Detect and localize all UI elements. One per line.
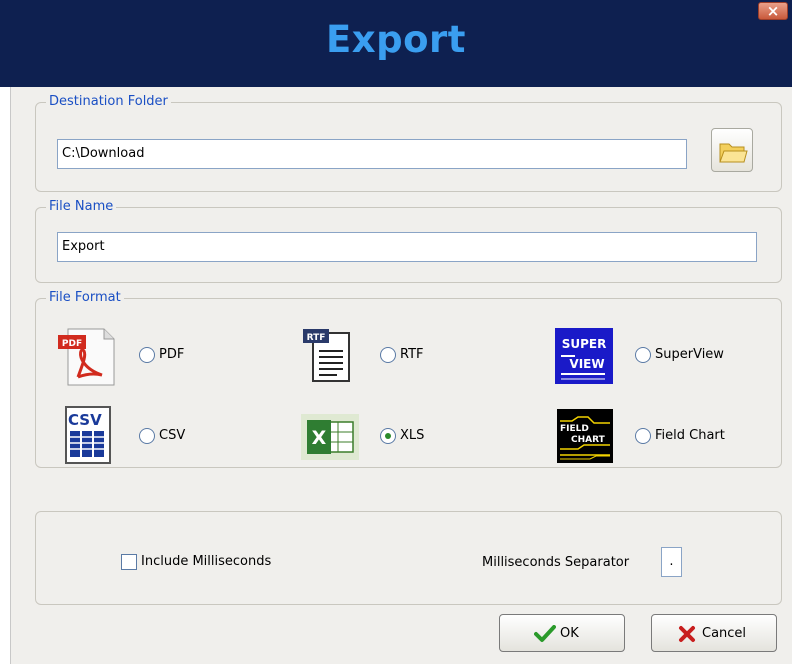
ms-separator-input[interactable]: . xyxy=(661,547,682,577)
rtf-icon: RTF xyxy=(303,329,350,382)
svg-text:FIELD: FIELD xyxy=(560,424,589,434)
ms-separator-label: Milliseconds Separator xyxy=(482,555,630,570)
browse-folder-button[interactable] xyxy=(711,128,753,172)
destination-path-input[interactable]: C:\Download xyxy=(57,139,687,169)
export-dialog: Export × Destination Folder C:\Download … xyxy=(0,0,792,664)
excel-icon: X xyxy=(301,414,359,460)
svg-text:VIEW: VIEW xyxy=(569,357,604,371)
radio-xls-selected-dot xyxy=(385,433,391,439)
radio-csv[interactable] xyxy=(139,428,155,444)
close-button[interactable]: × xyxy=(758,2,788,20)
include-milliseconds-checkbox[interactable] xyxy=(121,554,137,570)
close-icon: × xyxy=(766,2,780,20)
cancel-x-icon xyxy=(679,626,695,642)
dialog-title: Export xyxy=(326,18,466,61)
svg-text:CSV: CSV xyxy=(68,411,102,429)
svg-text:X: X xyxy=(312,427,327,449)
radio-xls[interactable] xyxy=(380,428,396,444)
radio-csv-label: CSV xyxy=(159,428,186,443)
radio-pdf[interactable] xyxy=(139,347,155,363)
title-bar: Export × xyxy=(0,0,792,87)
svg-text:RTF: RTF xyxy=(307,333,326,343)
fieldchart-icon: FIELD CHART xyxy=(557,409,613,463)
ok-button[interactable]: OK xyxy=(499,614,625,652)
pdf-icon: PDF xyxy=(58,328,115,386)
radio-field-chart-label: Field Chart xyxy=(655,428,725,443)
radio-xls-label: XLS xyxy=(400,428,425,443)
superview-icon: SUPER VIEW xyxy=(555,328,613,384)
csv-icon: CSV xyxy=(65,406,111,464)
folder-icon xyxy=(719,143,748,163)
cancel-button[interactable]: Cancel xyxy=(651,614,777,652)
svg-text:PDF: PDF xyxy=(62,339,82,349)
radio-superview[interactable] xyxy=(635,347,651,363)
destination-folder-legend: Destination Folder xyxy=(46,94,171,110)
radio-pdf-label: PDF xyxy=(159,347,185,362)
window-left-border xyxy=(0,87,11,664)
file-name-legend: File Name xyxy=(46,199,117,215)
svg-text:CHART: CHART xyxy=(571,435,606,445)
include-milliseconds-label: Include Milliseconds xyxy=(141,554,272,569)
svg-text:SUPER: SUPER xyxy=(562,337,607,351)
radio-rtf[interactable] xyxy=(380,347,396,363)
radio-field-chart[interactable] xyxy=(635,428,651,444)
radio-rtf-label: RTF xyxy=(400,347,424,362)
cancel-button-label: Cancel xyxy=(702,626,747,641)
ok-button-label: OK xyxy=(560,626,579,641)
checkmark-icon xyxy=(534,625,556,642)
file-format-legend: File Format xyxy=(46,290,124,306)
radio-superview-label: SuperView xyxy=(655,347,724,362)
file-name-input[interactable]: Export xyxy=(57,232,757,262)
